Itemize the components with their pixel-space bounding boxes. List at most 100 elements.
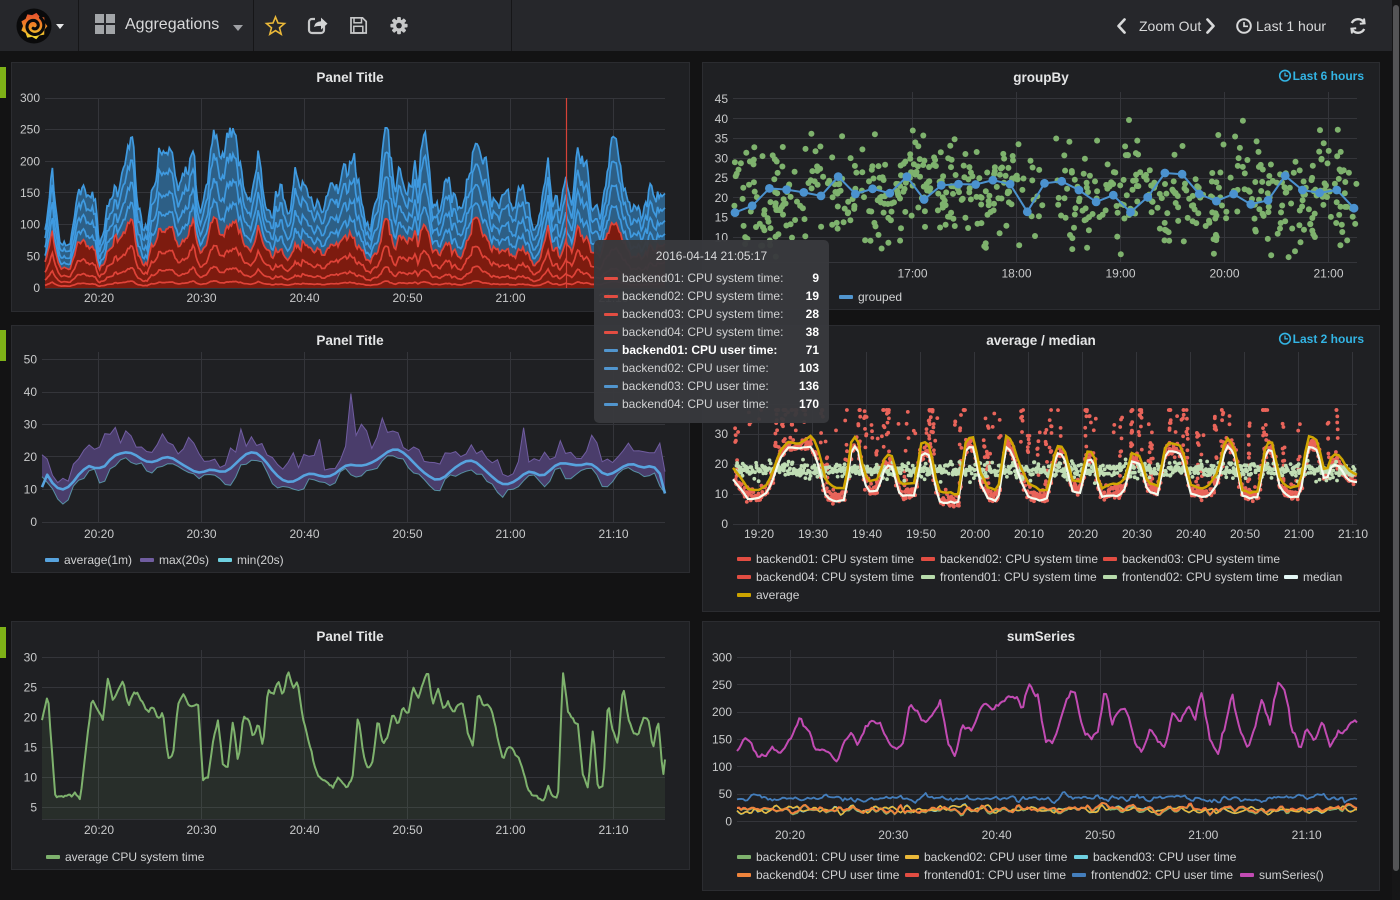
svg-text:300: 300 xyxy=(20,91,40,105)
svg-text:25: 25 xyxy=(24,681,38,695)
svg-text:backend02: CPU user time: backend02: CPU user time xyxy=(924,850,1068,864)
svg-text:300: 300 xyxy=(712,651,732,665)
svg-text:0: 0 xyxy=(30,515,37,529)
svg-text:backend04: CPU user time: backend04: CPU user time xyxy=(756,868,900,882)
svg-text:20:30: 20:30 xyxy=(186,527,216,541)
svg-text:20:00: 20:00 xyxy=(960,527,990,541)
svg-text:18:00: 18:00 xyxy=(1001,267,1031,281)
svg-text:groupBy: groupBy xyxy=(1013,70,1069,85)
svg-text:10: 10 xyxy=(24,771,38,785)
svg-text:25: 25 xyxy=(715,171,729,185)
svg-text:10: 10 xyxy=(715,487,729,501)
svg-text:sumSeries: sumSeries xyxy=(1007,629,1075,644)
svg-text:20:20: 20:20 xyxy=(84,823,114,837)
svg-text:150: 150 xyxy=(712,733,732,747)
svg-text:20:50: 20:50 xyxy=(392,527,422,541)
svg-text:21:10: 21:10 xyxy=(1338,527,1368,541)
svg-text:frontend02: CPU system time: frontend02: CPU system time xyxy=(1122,570,1279,584)
svg-text:30: 30 xyxy=(715,151,729,165)
svg-text:0: 0 xyxy=(33,281,40,295)
svg-text:20: 20 xyxy=(715,457,729,471)
svg-text:Panel Title: Panel Title xyxy=(316,70,384,85)
svg-text:45: 45 xyxy=(715,92,729,106)
svg-text:backend03: CPU user time: backend03: CPU user time xyxy=(1093,850,1237,864)
svg-text:20:10: 20:10 xyxy=(1014,527,1044,541)
svg-text:150: 150 xyxy=(20,186,40,200)
svg-text:20:50: 20:50 xyxy=(392,823,422,837)
svg-text:backend03: CPU system time: backend03: CPU system time xyxy=(1122,552,1280,566)
svg-text:0: 0 xyxy=(721,517,728,531)
svg-text:21:00: 21:00 xyxy=(1313,267,1343,281)
svg-text:backend01: CPU system time: backend01: CPU system time xyxy=(756,552,914,566)
svg-text:5: 5 xyxy=(30,801,37,815)
svg-text:21:00: 21:00 xyxy=(1188,828,1218,842)
svg-text:20: 20 xyxy=(24,711,38,725)
svg-text:average / median: average / median xyxy=(986,333,1096,348)
svg-text:average CPU system time: average CPU system time xyxy=(65,850,205,864)
svg-text:20:40: 20:40 xyxy=(982,828,1012,842)
svg-text:30: 30 xyxy=(24,651,38,665)
svg-text:50: 50 xyxy=(719,787,733,801)
svg-text:Last 6 hours: Last 6 hours xyxy=(1293,69,1365,83)
svg-text:19:50: 19:50 xyxy=(906,527,936,541)
svg-text:200: 200 xyxy=(20,154,40,168)
svg-text:0: 0 xyxy=(725,815,732,829)
svg-text:frontend01: CPU user time: frontend01: CPU user time xyxy=(924,868,1066,882)
svg-text:250: 250 xyxy=(712,678,732,692)
svg-text:10: 10 xyxy=(24,483,38,497)
svg-text:19:00: 19:00 xyxy=(1105,267,1135,281)
svg-text:100: 100 xyxy=(712,760,732,774)
svg-text:21:00: 21:00 xyxy=(495,823,525,837)
svg-text:20:00: 20:00 xyxy=(1209,267,1239,281)
svg-text:backend01: CPU user time: backend01: CPU user time xyxy=(756,850,900,864)
svg-text:min(20s): min(20s) xyxy=(237,553,284,567)
svg-text:20:20: 20:20 xyxy=(84,291,114,305)
svg-text:median: median xyxy=(1303,570,1342,584)
svg-text:20:20: 20:20 xyxy=(1068,527,1098,541)
svg-text:21:10: 21:10 xyxy=(598,823,628,837)
svg-text:20:50: 20:50 xyxy=(392,291,422,305)
svg-text:max(20s): max(20s) xyxy=(159,553,209,567)
svg-text:40: 40 xyxy=(715,112,729,126)
svg-text:20:50: 20:50 xyxy=(1230,527,1260,541)
svg-text:100: 100 xyxy=(20,218,40,232)
svg-text:20:30: 20:30 xyxy=(1122,527,1152,541)
svg-text:frontend01: CPU system time: frontend01: CPU system time xyxy=(940,570,1097,584)
svg-text:backend04: CPU system time: backend04: CPU system time xyxy=(756,570,914,584)
svg-text:20:30: 20:30 xyxy=(186,823,216,837)
svg-text:21:00: 21:00 xyxy=(1284,527,1314,541)
svg-text:30: 30 xyxy=(24,418,38,432)
svg-text:frontend02: CPU user time: frontend02: CPU user time xyxy=(1091,868,1233,882)
svg-text:35: 35 xyxy=(715,132,729,146)
svg-text:21:10: 21:10 xyxy=(1292,828,1322,842)
svg-text:21:00: 21:00 xyxy=(495,291,525,305)
svg-text:50: 50 xyxy=(27,249,41,263)
svg-text:19:20: 19:20 xyxy=(744,527,774,541)
svg-text:Zoom Out: Zoom Out xyxy=(1139,18,1201,34)
svg-text:Last 2 hours: Last 2 hours xyxy=(1293,332,1365,346)
svg-text:15: 15 xyxy=(715,211,729,225)
svg-text:21:00: 21:00 xyxy=(495,527,525,541)
svg-text:Last 1 hour: Last 1 hour xyxy=(1256,18,1326,34)
svg-text:Panel Title: Panel Title xyxy=(316,629,384,644)
svg-text:20:30: 20:30 xyxy=(878,828,908,842)
svg-text:40: 40 xyxy=(24,385,38,399)
svg-text:19:40: 19:40 xyxy=(852,527,882,541)
svg-text:17:00: 17:00 xyxy=(897,267,927,281)
svg-text:20:40: 20:40 xyxy=(289,527,319,541)
svg-text:20: 20 xyxy=(715,191,729,205)
svg-text:21:10: 21:10 xyxy=(598,527,628,541)
svg-text:20:30: 20:30 xyxy=(186,291,216,305)
svg-text:20:40: 20:40 xyxy=(289,291,319,305)
svg-text:20:40: 20:40 xyxy=(1176,527,1206,541)
svg-text:grouped: grouped xyxy=(858,290,902,304)
svg-text:15: 15 xyxy=(24,741,38,755)
svg-text:250: 250 xyxy=(20,123,40,137)
svg-text:30: 30 xyxy=(715,427,729,441)
svg-text:200: 200 xyxy=(712,705,732,719)
svg-text:sumSeries(): sumSeries() xyxy=(1259,868,1324,882)
svg-text:Panel Title: Panel Title xyxy=(316,333,384,348)
svg-text:19:30: 19:30 xyxy=(798,527,828,541)
svg-text:20:50: 20:50 xyxy=(1085,828,1115,842)
svg-text:20:20: 20:20 xyxy=(775,828,805,842)
